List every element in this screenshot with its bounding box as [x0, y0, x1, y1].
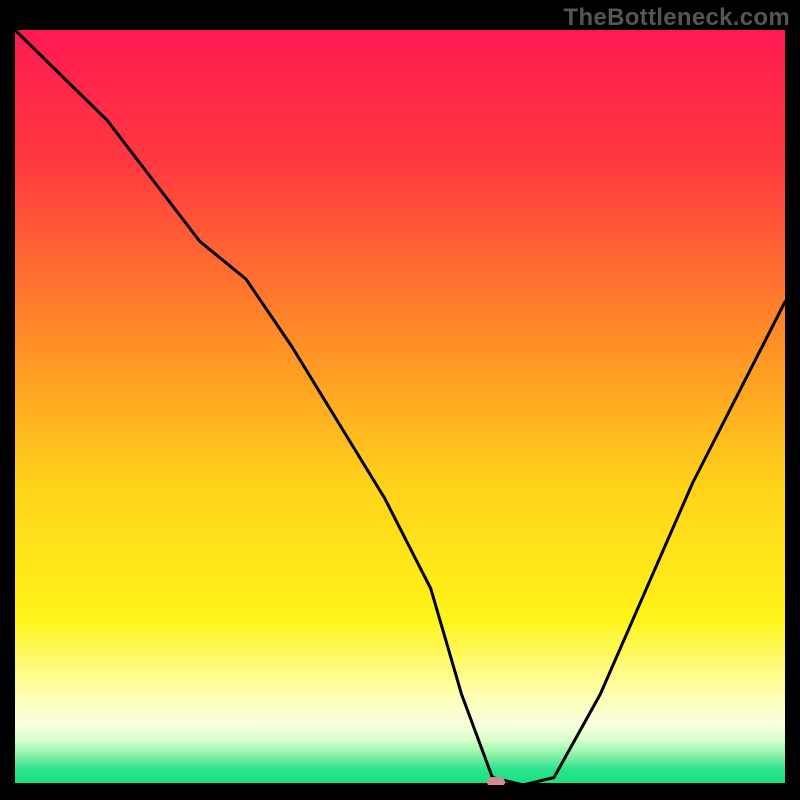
plot-area — [15, 30, 785, 785]
watermark-text: TheBottleneck.com — [564, 4, 790, 32]
heat-gradient — [15, 30, 785, 785]
chart-frame: TheBottleneck.com — [0, 0, 800, 800]
optimal-marker — [487, 777, 505, 785]
